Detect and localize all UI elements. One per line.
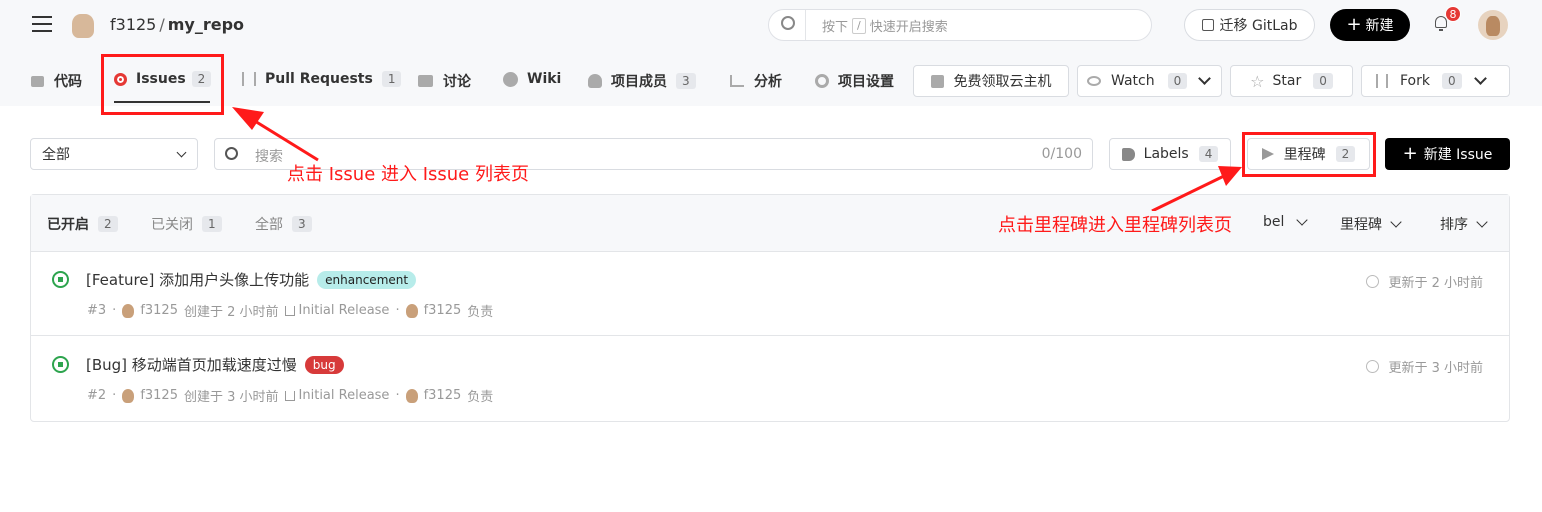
milestone-annotation-text: 点击里程碑进入里程碑列表页 <box>998 211 1232 237</box>
annotation-arrows <box>232 107 1242 213</box>
issue-annotation-text: 点击 Issue 进入 Issue 列表页 <box>287 164 529 185</box>
issue-arrow <box>232 107 319 162</box>
milestone-arrow <box>1151 166 1242 213</box>
